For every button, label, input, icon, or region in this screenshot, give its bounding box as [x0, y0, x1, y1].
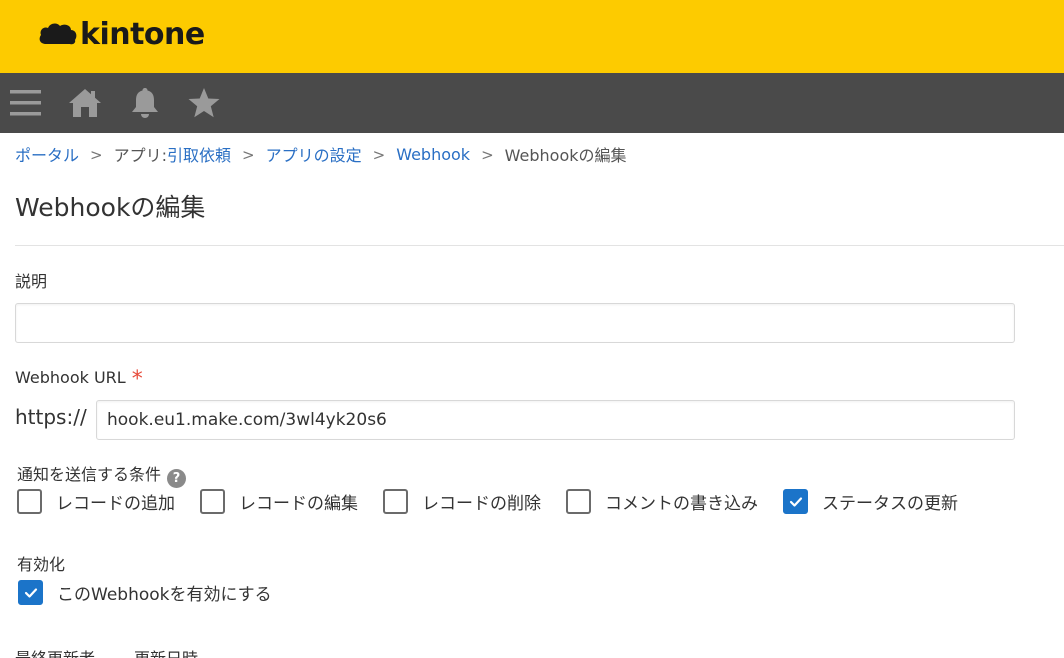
breadcrumb-separator: > [481, 146, 494, 164]
breadcrumb-app-settings[interactable]: アプリの設定 [266, 142, 362, 166]
breadcrumb-current: Webhookの編集 [504, 146, 627, 165]
condition-label: ステータスの更新 [822, 494, 958, 514]
url-prefix: https:// [15, 405, 87, 429]
condition-label: レコードの編集 [239, 494, 358, 514]
checkbox[interactable] [200, 489, 225, 514]
breadcrumb-portal[interactable]: ポータル [15, 142, 79, 166]
condition-label: レコードの削除 [422, 494, 541, 514]
condition-record-add[interactable]: レコードの追加 [17, 489, 175, 514]
page-title: Webhookの編集 [15, 193, 206, 222]
condition-label: コメントの書き込み [605, 494, 758, 514]
menu-icon[interactable] [8, 86, 44, 120]
description-label: 説明 [15, 272, 48, 291]
global-navbar [0, 73, 1064, 133]
checkbox-checked[interactable] [783, 489, 808, 514]
star-icon[interactable] [186, 86, 222, 120]
bell-icon[interactable] [127, 86, 163, 120]
logo-text: kintone [80, 16, 205, 52]
checkbox[interactable] [566, 489, 591, 514]
updated-at-label: 更新日時 [134, 645, 198, 658]
check-icon [24, 587, 37, 598]
condition-status-update[interactable]: ステータスの更新 [783, 489, 958, 514]
breadcrumb-webhook[interactable]: Webhook [396, 145, 470, 164]
kintone-logo[interactable]: kintone [38, 14, 205, 54]
checkbox[interactable] [17, 489, 42, 514]
description-input[interactable] [15, 303, 1015, 343]
breadcrumb-app-prefix: アプリ: [113, 146, 167, 165]
checkbox[interactable] [383, 489, 408, 514]
conditions-checkbox-group: レコードの追加 レコードの編集 レコードの削除 コメントの書き込み ステータスの… [17, 489, 983, 514]
webhook-url-input[interactable] [96, 400, 1015, 440]
required-mark: * [131, 367, 143, 392]
condition-record-delete[interactable]: レコードの削除 [383, 489, 541, 514]
last-updated-by-label: 最終更新者 [15, 645, 95, 658]
home-icon[interactable] [67, 86, 103, 120]
condition-comment-post[interactable]: コメントの書き込み [566, 489, 758, 514]
breadcrumb-separator: > [90, 146, 103, 164]
breadcrumb-app[interactable]: 引取依頼 [167, 142, 231, 166]
cloud-logo-icon [39, 23, 77, 45]
app-header: kintone [0, 0, 1064, 73]
check-icon [789, 496, 802, 507]
help-icon[interactable]: ? [167, 469, 187, 488]
breadcrumb-separator: > [372, 146, 386, 164]
enable-webhook-checkbox[interactable]: このWebhookを有効にする [18, 580, 272, 605]
conditions-label: 通知を送信する条件? [17, 461, 187, 488]
checkbox-checked[interactable] [18, 580, 43, 605]
webhook-url-label: Webhook URL * [15, 364, 143, 392]
conditions-label-text: 通知を送信する条件 [17, 465, 162, 484]
condition-label: レコードの追加 [56, 494, 175, 514]
breadcrumb: ポータル > アプリ: 引取依頼 > アプリの設定 > Webhook > We… [15, 142, 627, 166]
enable-label: 有効化 [17, 555, 66, 574]
condition-record-edit[interactable]: レコードの編集 [200, 489, 358, 514]
enable-checkbox-label: このWebhookを有効にする [57, 585, 272, 605]
webhook-url-label-text: Webhook URL [15, 368, 126, 387]
breadcrumb-separator: > [242, 146, 255, 164]
title-divider [15, 245, 1064, 246]
